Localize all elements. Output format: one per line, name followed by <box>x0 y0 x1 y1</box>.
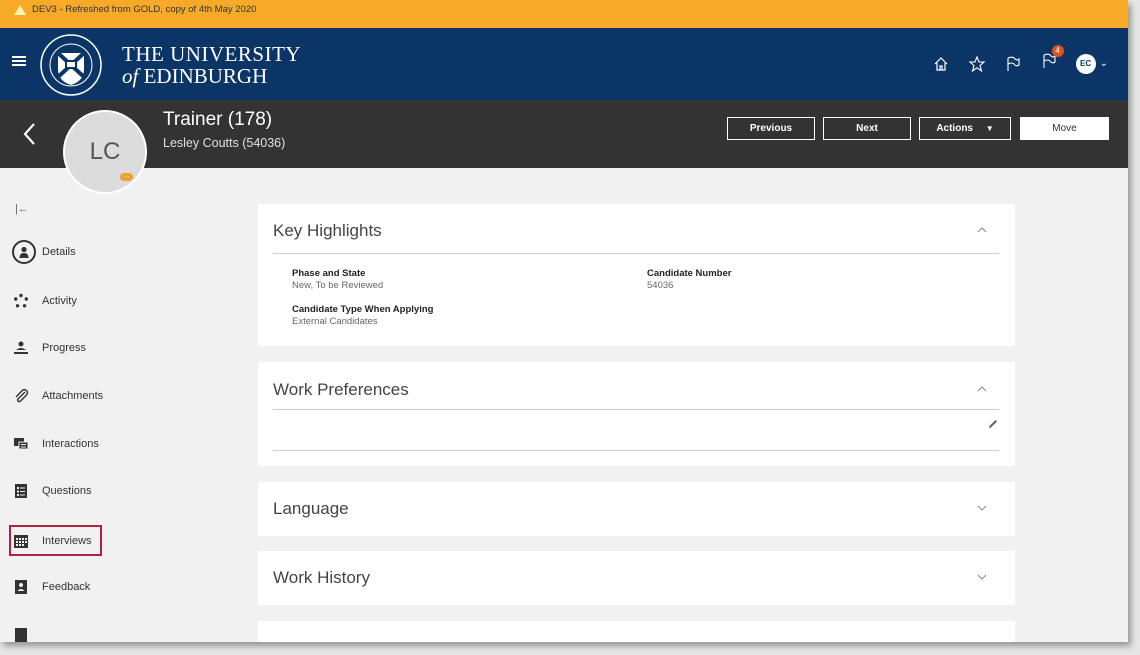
sidebar-item-label: Activity <box>42 295 77 307</box>
person-circle-icon <box>12 240 36 264</box>
chevron-down-icon[interactable] <box>977 572 987 582</box>
warning-icon <box>14 5 26 15</box>
sidebar-item-feedback[interactable]: Feedback <box>12 578 90 596</box>
chevron-down-icon[interactable]: ⌄ <box>1100 58 1108 69</box>
panel-divider <box>273 409 999 410</box>
more-section-icon <box>12 626 30 642</box>
calendar-icon <box>12 532 30 550</box>
progress-icon <box>12 339 30 357</box>
paperclip-icon <box>12 387 30 405</box>
sidebar-item-label: Feedback <box>42 581 91 593</box>
candidate-initials: LC <box>89 138 121 165</box>
candidate-type-label: Candidate Type When Applying <box>292 304 434 315</box>
candidate-number-label: Candidate Number <box>647 268 732 279</box>
work-history-title: Work History <box>273 568 370 587</box>
university-logo-text[interactable]: THE UNIVERSITY of EDINBURGH <box>122 43 301 87</box>
sidebar-item-more[interactable] <box>12 626 42 642</box>
candidate-type-value: External Candidates <box>292 316 378 327</box>
sidebar-item-label: Interactions <box>42 438 99 450</box>
environment-banner-text: DEV3 - Refreshed from GOLD, copy of 4th … <box>32 4 257 15</box>
questions-icon <box>12 482 30 500</box>
work-preferences-title: Work Preferences <box>273 380 409 399</box>
sidebar-item-questions[interactable]: Questions <box>12 482 92 500</box>
back-arrow-icon[interactable] <box>20 120 40 148</box>
sidebar-item-details[interactable]: Details <box>12 240 76 264</box>
actions-button[interactable]: Actions ▼ <box>919 117 1011 140</box>
chevron-up-icon[interactable] <box>977 225 987 235</box>
phase-label: Phase and State <box>292 268 366 279</box>
university-name-line2: of EDINBURGH <box>122 65 301 87</box>
next-section-panel <box>258 621 1015 642</box>
sidebar-item-attachments[interactable]: Attachments <box>12 387 103 405</box>
phase-value: New, To be Reviewed <box>292 280 384 291</box>
key-highlights-panel: Key Highlights Phase and State New, To b… <box>258 204 1015 346</box>
key-highlights-title: Key Highlights <box>273 221 382 240</box>
sidebar-item-label: Interviews <box>42 535 92 547</box>
edit-pencil-icon[interactable] <box>987 418 999 430</box>
university-name-of: of <box>122 64 139 88</box>
university-name-line1: THE UNIVERSITY <box>122 42 302 66</box>
avatar-more-icon[interactable]: ... <box>120 172 133 181</box>
previous-button[interactable]: Previous <box>727 117 815 140</box>
work-preferences-panel: Work Preferences <box>258 362 1015 466</box>
header-icons: 4 EC ⌄ <box>932 45 1108 75</box>
sidebar-item-label: Details <box>42 246 76 258</box>
panel-divider <box>273 450 999 451</box>
sidebar-item-interactions[interactable]: Interactions <box>12 435 99 453</box>
university-crest-icon <box>40 34 102 96</box>
flag-icon[interactable] <box>1004 55 1022 73</box>
language-panel[interactable]: Language <box>258 482 1015 536</box>
collapse-sidebar-icon[interactable]: |← <box>15 203 29 215</box>
sidebar-item-label: Progress <box>42 342 87 354</box>
candidate-name: Lesley Coutts (54036) <box>163 136 286 150</box>
sidebar-item-label: Attachments <box>42 390 104 402</box>
activity-icon <box>12 292 30 310</box>
sidebar-item-progress[interactable]: Progress <box>12 339 86 357</box>
feedback-icon <box>12 578 30 596</box>
panel-divider <box>273 253 999 254</box>
app-window: DEV3 - Refreshed from GOLD, copy of 4th … <box>0 0 1128 642</box>
sidebar-item-label: Questions <box>42 485 92 497</box>
sidebar-item-activity[interactable]: Activity <box>12 292 77 310</box>
move-button[interactable]: Move <box>1020 117 1109 140</box>
language-title: Language <box>273 499 349 518</box>
home-icon[interactable] <box>932 55 950 73</box>
sidebar-item-interviews[interactable]: Interviews <box>12 532 92 550</box>
actions-button-label: Actions <box>936 123 973 134</box>
environment-banner: DEV3 - Refreshed from GOLD, copy of 4th … <box>0 0 1128 28</box>
notifications-count-badge: 4 <box>1051 45 1064 57</box>
user-menu-avatar[interactable]: EC <box>1075 53 1096 74</box>
candidate-number-value: 54036 <box>647 280 674 291</box>
page-title: Trainer (178) <box>163 109 273 130</box>
interactions-icon <box>12 435 30 453</box>
global-header: THE UNIVERSITY of EDINBURGH 4 EC ⌄ <box>0 28 1128 100</box>
dropdown-triangle-icon: ▼ <box>985 124 994 133</box>
menu-icon[interactable] <box>12 56 26 66</box>
university-name-edinburgh: EDINBURGH <box>143 64 268 88</box>
chevron-up-icon[interactable] <box>977 384 987 394</box>
candidate-avatar[interactable]: LC <box>63 110 147 194</box>
notifications[interactable]: 4 <box>1040 45 1064 75</box>
chevron-down-icon[interactable] <box>977 503 987 513</box>
next-button[interactable]: Next <box>823 117 911 140</box>
favorites-star-icon[interactable] <box>968 55 986 73</box>
work-history-panel[interactable]: Work History <box>258 551 1015 605</box>
